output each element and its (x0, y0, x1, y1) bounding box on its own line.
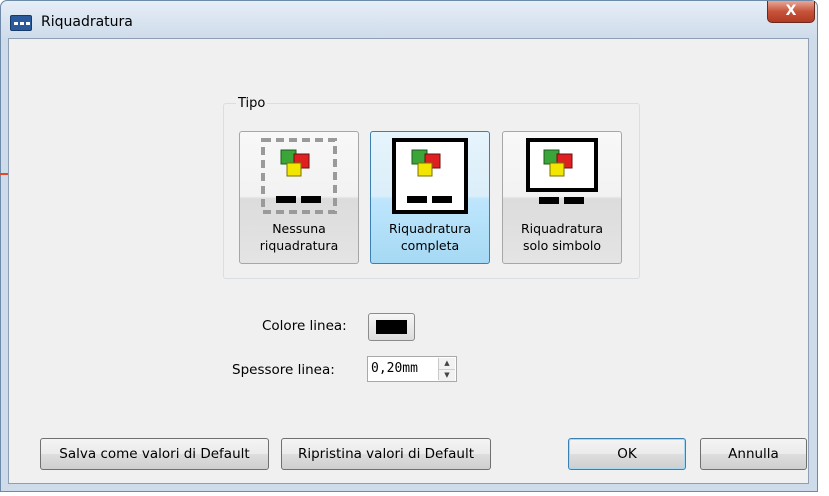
full-frame-icon (392, 138, 468, 214)
spin-buttons: ▲ ▼ (438, 358, 455, 381)
option-label-line2: solo simbolo (522, 238, 602, 253)
close-button[interactable]: X (767, 1, 815, 23)
option-label-line1: Nessuna (272, 221, 326, 236)
option-riquadratura-completa[interactable]: Riquadratura completa (370, 131, 490, 264)
option-label-line2: riquadratura (259, 238, 339, 253)
symbol-frame-icon (526, 138, 598, 204)
option-label: Riquadratura solo simbolo (503, 220, 621, 254)
cancel-button[interactable]: Annulla (700, 438, 807, 470)
tipo-group-label: Tipo (236, 96, 268, 111)
spin-down-icon[interactable]: ▼ (439, 369, 455, 381)
option-nessuna-riquadratura[interactable]: Nessuna riquadratura (239, 131, 359, 264)
restore-defaults-button[interactable]: Ripristina valori di Default (281, 438, 491, 470)
no-frame-icon (261, 138, 337, 214)
line-color-button[interactable] (368, 313, 415, 341)
spessore-linea-label: Spessore linea: (232, 362, 335, 378)
option-label-line1: Riquadratura (388, 221, 472, 236)
line-thickness-value[interactable]: 0,20mm (371, 361, 418, 376)
save-defaults-button[interactable]: Salva come valori di Default (40, 438, 269, 470)
option-label-line1: Riquadratura (520, 221, 604, 236)
window-title: Riquadratura (41, 14, 133, 30)
line-thickness-spinbox[interactable]: 0,20mm ▲ ▼ (367, 356, 457, 382)
red-pointer-mark (0, 173, 8, 175)
option-label: Riquadratura completa (371, 220, 489, 254)
colore-linea-label: Colore linea: (262, 318, 347, 334)
app-icon (10, 15, 32, 31)
option-label: Nessuna riquadratura (240, 220, 358, 254)
spin-up-icon[interactable]: ▲ (439, 358, 455, 369)
option-riquadratura-solo-simbolo[interactable]: Riquadratura solo simbolo (502, 131, 622, 264)
ok-button[interactable]: OK (568, 438, 686, 470)
title-bar[interactable]: Riquadratura (1, 1, 817, 39)
line-color-swatch (376, 320, 407, 334)
option-label-line2: completa (400, 238, 460, 253)
